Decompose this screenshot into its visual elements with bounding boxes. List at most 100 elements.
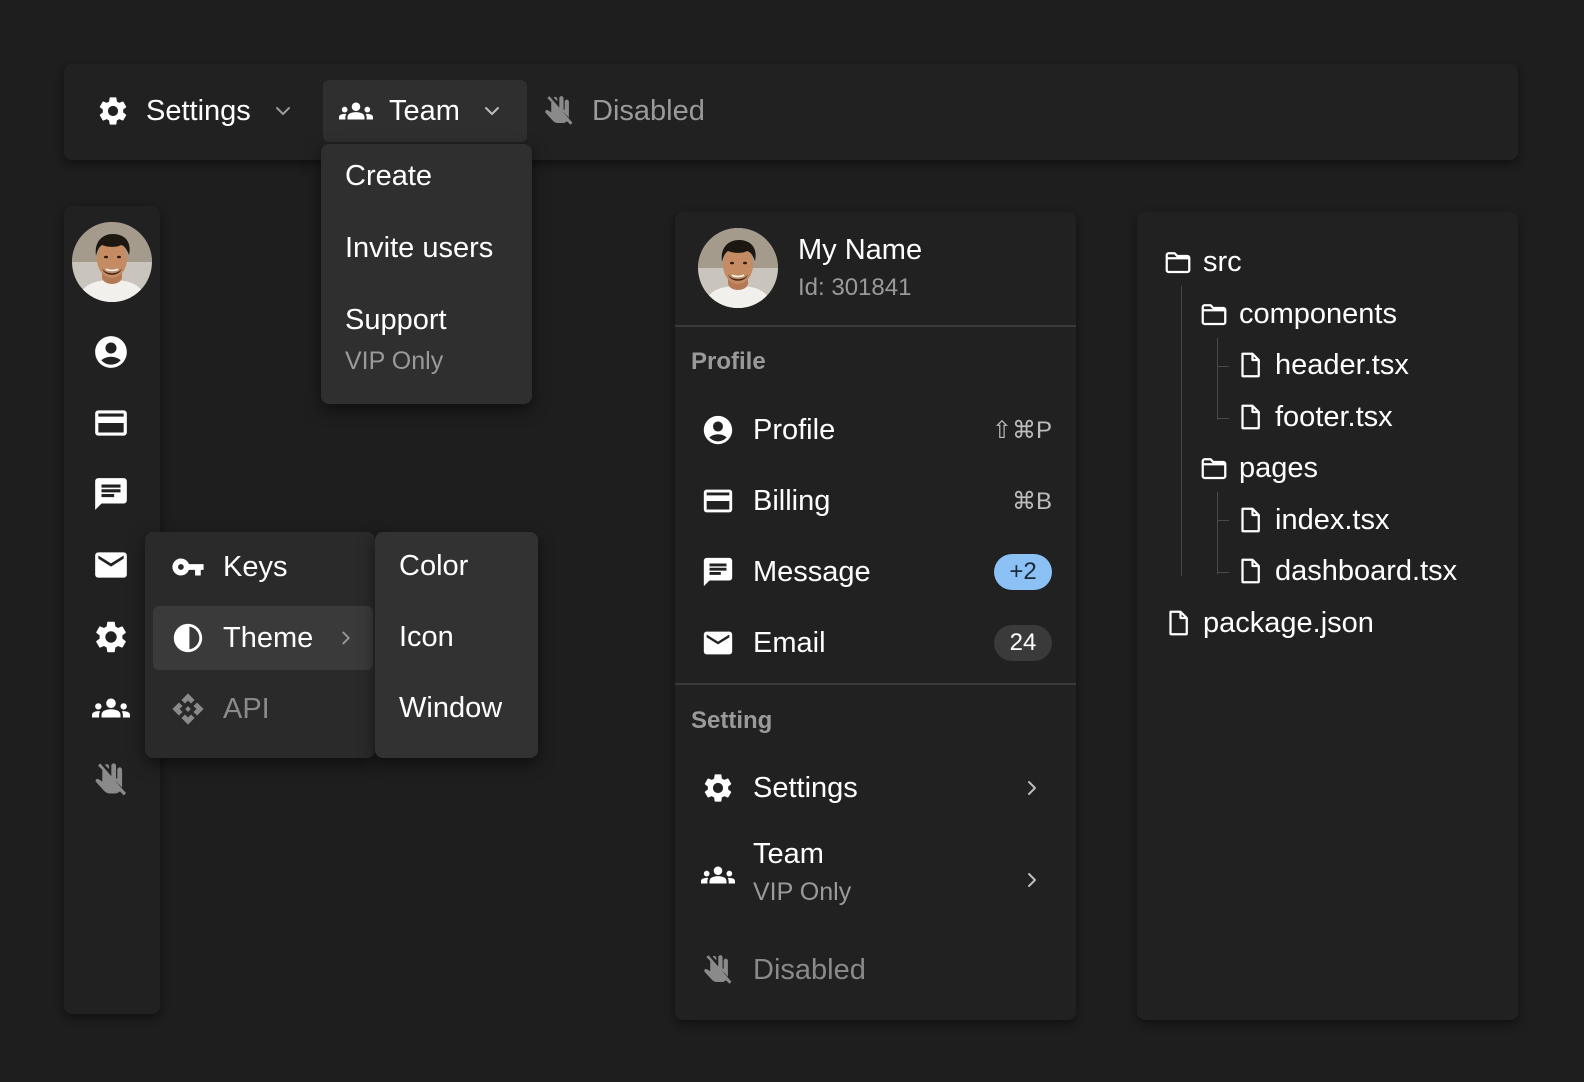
file-icon [1235,402,1265,432]
menu-item-label: Team [753,838,824,870]
flyout-item-label: Theme [223,621,314,654]
tree-item-file[interactable]: package.json [1163,603,1374,643]
menu-item-team[interactable]: Team VIP Only [691,828,1060,932]
tree-guide [1217,338,1218,420]
tree-item-file[interactable]: dashboard.tsx [1235,551,1457,591]
divider [675,325,1076,327]
tree-item-folder[interactable]: components [1199,294,1397,334]
tree-item-file[interactable]: footer.tsx [1235,397,1393,437]
menubar-team-label: Team [389,94,460,127]
submenu-item-icon[interactable]: Icon [399,621,454,654]
menubar-team[interactable]: Team [323,80,527,142]
flyout-item-label: API [223,692,270,725]
gear-icon [96,94,130,128]
profile-panel: My Name Id: 301841 Profile Profile ⇧⌘P B… [675,212,1076,1020]
menu-item-sub: VIP Only [753,878,852,906]
submenu-item-color[interactable]: Color [399,550,468,583]
file-icon [1163,608,1193,638]
tree-guide [1217,492,1218,574]
group-label-setting: Setting [691,707,773,734]
users-icon [701,858,735,892]
users-icon[interactable] [92,689,130,727]
menu-item-label: Email [753,626,826,659]
tree-guide [1217,418,1229,419]
dropdown-item-invite-users[interactable]: Invite users [345,232,493,265]
gear-icon [701,771,735,805]
folder-icon [1199,299,1229,329]
tree-item-label: src [1203,245,1242,278]
theme-submenu: Color Icon Window [375,532,538,758]
tree-item-label: index.tsx [1275,503,1390,536]
tree-item-label: components [1239,297,1397,330]
shortcut: ⇧⌘P [991,416,1052,444]
message-icon[interactable] [92,475,130,513]
flyout-item-keys[interactable]: Keys [153,535,373,599]
file-icon [1235,505,1265,535]
profile-name: My Name [798,234,923,266]
folder-icon [1199,453,1229,483]
hand-icon [701,953,735,987]
gear-icon[interactable] [92,618,130,656]
menubar-settings[interactable]: Settings [94,80,301,142]
divider [675,683,1076,685]
tree-item-label: dashboard.tsx [1275,554,1458,587]
key-icon [171,550,205,584]
chevron-down-icon [271,99,295,123]
chevron-down-icon [480,99,504,123]
file-tree: src components header.tsx footer.tsx pag… [1137,212,1518,1020]
menu-item-label: Billing [753,484,831,517]
tree-item-folder[interactable]: src [1163,242,1242,282]
status-badge: 24 [994,625,1052,661]
tree-item-file[interactable]: index.tsx [1235,500,1389,540]
menubar-disabled: Disabled [542,80,705,142]
file-icon [1235,350,1265,380]
flyout-item-label: Keys [223,550,288,583]
tree-item-label: pages [1239,451,1319,484]
tree-guide [1181,286,1182,576]
user-circle-icon[interactable] [92,333,130,371]
mail-icon [701,626,735,660]
file-icon [1235,556,1265,586]
folder-icon [1163,247,1193,277]
dropdown-item-support-sub: VIP Only [345,347,444,375]
user-circle-icon [701,413,735,447]
tree-item-folder[interactable]: pages [1199,448,1318,488]
menu-item-email[interactable]: Email 24 [691,611,1060,675]
message-icon [701,555,735,589]
menubar-disabled-label: Disabled [592,94,705,127]
menu-item-settings[interactable]: Settings [691,756,1060,820]
menubar: Settings Team Disabled [64,64,1518,160]
chevron-right-icon [1020,868,1044,892]
tree-item-label: package.json [1203,606,1374,639]
avatar[interactable] [72,222,152,302]
api-icon [171,692,205,726]
dropdown-item-support[interactable]: Support [345,304,447,337]
tree-guide [1217,520,1229,521]
dropdown-item-create[interactable]: Create [345,160,432,193]
menubar-settings-label: Settings [146,94,251,127]
flyout-item-api: API [153,677,373,741]
flyout-item-theme[interactable]: Theme [153,606,373,670]
credit-card-icon [701,484,735,518]
avatar[interactable] [698,228,778,308]
chevron-right-icon [335,627,357,649]
menu-item-label: Profile [753,413,836,446]
contrast-icon [171,621,205,655]
menu-item-message[interactable]: Message +2 [691,540,1060,604]
tree-item-label: header.tsx [1275,348,1409,381]
users-icon [339,94,373,128]
flyout-menu: Keys Theme API [145,532,375,758]
hand-icon [92,761,130,799]
menu-item-label: Settings [753,771,858,804]
chevron-right-icon [1020,776,1044,800]
menu-item-label: Disabled [753,953,866,986]
tree-item-file[interactable]: header.tsx [1235,345,1409,385]
menu-item-profile[interactable]: Profile ⇧⌘P [691,398,1060,462]
menu-item-disabled: Disabled [691,938,1060,1002]
group-label-profile: Profile [691,348,766,375]
mail-icon[interactable] [92,546,130,584]
credit-card-icon[interactable] [92,404,130,442]
menu-item-billing[interactable]: Billing ⌘B [691,469,1060,533]
submenu-item-window[interactable]: Window [399,692,502,725]
profile-id: Id: 301841 [798,274,912,301]
